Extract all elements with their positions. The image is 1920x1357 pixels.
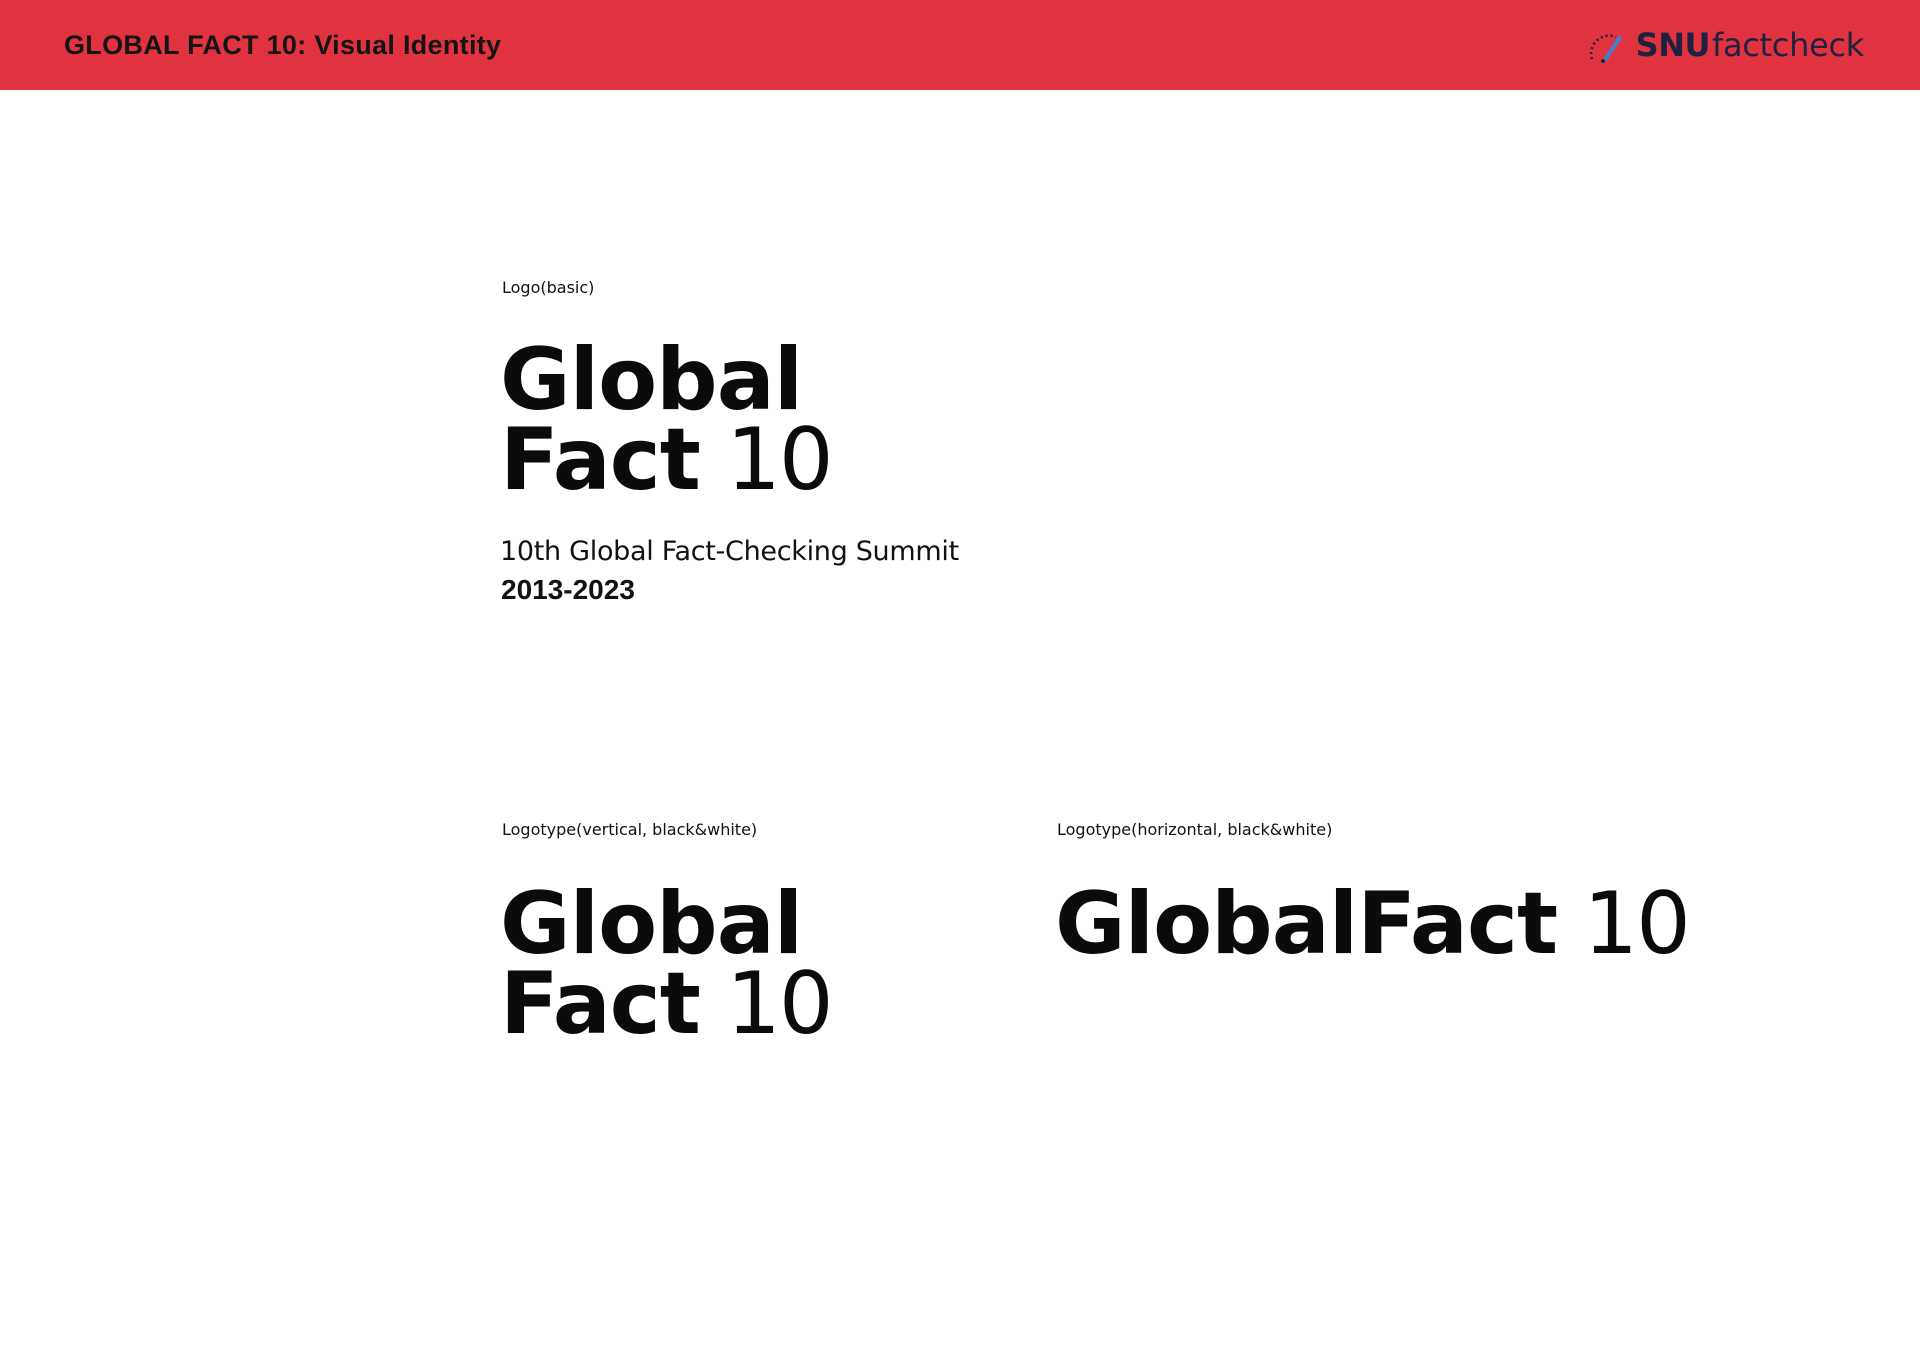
brand-name-bold: SNU	[1635, 26, 1711, 64]
summit-tagline: 10th Global Fact-Checking Summit	[500, 536, 959, 567]
basic-logo-number: 10	[726, 410, 833, 510]
basic-logo-fact: Fact	[500, 410, 701, 510]
brand-name-light: factcheck	[1711, 26, 1864, 64]
header-bar: GLOBAL FACT 10: Visual Identity SNU fact…	[0, 0, 1920, 90]
basic-logo: Global Fact 10	[500, 330, 834, 503]
vertical-logotype-label: Logotype(vertical, black&white)	[502, 820, 758, 839]
horizontal-logotype-label: Logotype(horizontal, black&white)	[1057, 820, 1333, 839]
basic-logo-line1: Global	[500, 330, 803, 430]
vertical-logotype: Global Fact 10	[500, 874, 834, 1047]
page-title: GLOBAL FACT 10: Visual Identity	[64, 30, 502, 60]
vertical-logotype-line1: Global	[500, 874, 803, 974]
vertical-logotype-number: 10	[726, 954, 833, 1054]
horizontal-logotype-number: 10	[1583, 874, 1690, 974]
brand-logo: SNU factcheck	[1586, 22, 1864, 68]
gauge-icon	[1589, 34, 1622, 63]
summit-years: 2013-2023	[501, 574, 635, 605]
horizontal-logotype-text: GlobalFact	[1055, 874, 1558, 974]
page: GLOBAL FACT 10: Visual Identity SNU fact…	[0, 0, 1920, 1357]
horizontal-logotype: GlobalFact 10	[1055, 881, 1691, 967]
basic-logo-label: Logo(basic)	[502, 278, 595, 297]
vertical-logotype-fact: Fact	[500, 954, 701, 1054]
